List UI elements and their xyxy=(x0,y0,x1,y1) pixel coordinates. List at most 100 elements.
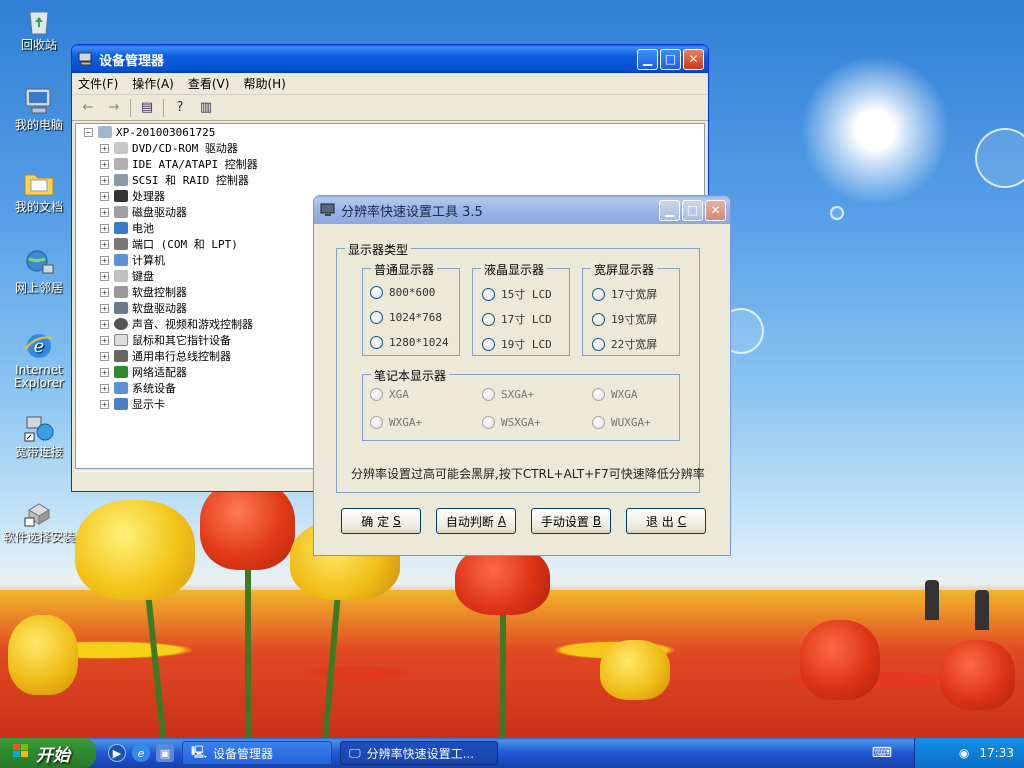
tree-item-label: 处理器 xyxy=(132,190,165,203)
recycle-bin-icon xyxy=(22,5,56,37)
keyboard-icon xyxy=(114,270,128,282)
group-title: 液晶显示器 xyxy=(481,261,548,278)
close-button[interactable]: ✕ xyxy=(683,48,704,70)
tree-item[interactable]: + IDE ATA/ATAPI 控制器 xyxy=(76,156,704,172)
device-manager-titlebar[interactable]: 设备管理器 ▁ □ ✕ xyxy=(72,45,708,73)
radio-wuxga-plus[interactable]: WUXGA+ xyxy=(592,416,651,429)
expand-icon[interactable]: + xyxy=(100,159,109,169)
expand-icon[interactable]: + xyxy=(100,207,109,217)
radio-sxga-plus[interactable]: SXGA+ xyxy=(482,388,534,401)
close-button[interactable]: ✕ xyxy=(705,199,726,221)
expand-icon[interactable]: + xyxy=(100,191,109,201)
menu-file[interactable]: 文件(F) xyxy=(78,75,118,92)
ie-icon[interactable]: e xyxy=(132,744,150,762)
radio-wxga-plus[interactable]: WXGA+ xyxy=(370,416,422,429)
resolution-tool-titlebar[interactable]: 分辨率快速设置工具 3.5 ▁ □ ✕ xyxy=(314,196,730,224)
radio-lcd-17[interactable]: 17寸 LCD xyxy=(482,311,552,327)
radio-wsxga-plus[interactable]: WSXGA+ xyxy=(482,416,541,429)
tree-item-label: 软盘控制器 xyxy=(132,286,187,299)
radio-circle xyxy=(482,337,495,351)
menu-action[interactable]: 操作(A) xyxy=(132,75,174,92)
radio-lcd-19[interactable]: 19寸 LCD xyxy=(482,336,552,352)
tree-item-label: DVD/CD-ROM 驱动器 xyxy=(132,142,238,155)
radio-800x600[interactable]: 800*600 xyxy=(370,286,435,299)
properties-icon: ▥ xyxy=(199,100,213,115)
minimize-button[interactable]: ▁ xyxy=(637,48,658,70)
media-player-icon[interactable]: ▶ xyxy=(108,744,126,762)
expand-icon[interactable]: + xyxy=(100,239,109,249)
radio-xga[interactable]: XGA xyxy=(370,388,409,401)
manual-set-button[interactable]: 手动设置 B xyxy=(531,508,611,534)
radio-label: XGA xyxy=(389,388,409,401)
desktop-icon-network[interactable]: 网上邻居 xyxy=(3,248,75,295)
menu-view[interactable]: 查看(V) xyxy=(188,75,230,92)
expand-icon[interactable]: + xyxy=(100,143,109,153)
radio-wide-19[interactable]: 19寸宽屏 xyxy=(592,311,657,327)
keyboard-icon[interactable]: ⌨ xyxy=(872,745,892,761)
group-title: 普通显示器 xyxy=(371,261,438,278)
exit-button[interactable]: 退 出C xyxy=(626,508,706,534)
toolbar: ← → ▤ ? ▥ xyxy=(72,95,708,121)
back-button[interactable]: ← xyxy=(78,99,98,117)
tree-root[interactable]: − XP-201003061725 xyxy=(76,124,704,140)
start-button[interactable]: 开始 xyxy=(0,738,96,768)
radio-lcd-15[interactable]: 15寸 LCD xyxy=(482,286,552,302)
desktop-icon-broadband[interactable]: 宽带连接 xyxy=(3,412,75,459)
tree-item[interactable]: + SCSI 和 RAID 控制器 xyxy=(76,172,704,188)
computer-icon xyxy=(98,126,112,138)
expand-icon[interactable]: + xyxy=(100,335,109,345)
show-hide-tree-button[interactable]: ▤ xyxy=(137,99,157,117)
clock[interactable]: 17:33 xyxy=(979,746,1014,760)
expand-icon[interactable]: + xyxy=(100,383,109,393)
minimize-button[interactable]: ▁ xyxy=(659,199,680,221)
radio-label: WSXGA+ xyxy=(501,416,541,429)
taskbar-button-device-manager[interactable]: 🖳 设备管理器 xyxy=(182,741,332,765)
help-icon: ? xyxy=(176,100,184,115)
volume-icon[interactable]: ◉ xyxy=(959,746,969,760)
desktop-icon-software-install[interactable]: 软件选择安装 xyxy=(3,497,75,544)
ok-button[interactable]: 确 定S xyxy=(341,508,421,534)
expand-icon[interactable]: + xyxy=(100,399,109,409)
tree-item[interactable]: + DVD/CD-ROM 驱动器 xyxy=(76,140,704,156)
radio-1024x768[interactable]: 1024*768 xyxy=(370,311,442,324)
expand-icon[interactable]: + xyxy=(100,287,109,297)
auto-detect-button[interactable]: 自动判断 A xyxy=(436,508,516,534)
expand-icon[interactable]: + xyxy=(100,223,109,233)
button-shortcut: A xyxy=(497,514,507,528)
maximize-button[interactable]: □ xyxy=(660,48,681,70)
expand-icon[interactable]: + xyxy=(100,175,109,185)
expand-icon[interactable]: + xyxy=(100,367,109,377)
group-title: 显示器类型 xyxy=(345,241,412,258)
expand-icon[interactable]: + xyxy=(100,351,109,361)
help-button[interactable]: ? xyxy=(170,99,190,117)
expand-icon[interactable]: + xyxy=(100,255,109,265)
radio-wide-22[interactable]: 22寸宽屏 xyxy=(592,336,657,352)
radio-wide-17[interactable]: 17寸宽屏 xyxy=(592,286,657,302)
radio-circle xyxy=(370,311,383,324)
wallpaper-tulip xyxy=(940,640,1015,710)
desktop-icon-recycle-bin[interactable]: 回收站 xyxy=(3,5,75,52)
properties-button[interactable]: ▥ xyxy=(196,99,216,117)
expand-icon[interactable]: + xyxy=(100,319,109,329)
expand-icon[interactable]: + xyxy=(100,271,109,281)
taskbar-button-resolution-tool[interactable]: 🖵 分辨率快速设置工... xyxy=(340,741,498,765)
radio-wxga[interactable]: WXGA xyxy=(592,388,638,401)
button-shortcut: C xyxy=(677,514,687,528)
show-desktop-icon[interactable]: ▣ xyxy=(156,744,174,762)
software-install-icon xyxy=(22,497,56,529)
radio-label: 22寸宽屏 xyxy=(611,338,658,351)
desktop-icon-ie[interactable]: e Internet Explorer xyxy=(3,330,75,390)
lcd-monitor-group: 液晶显示器 15寸 LCD 17寸 LCD 19寸 LCD xyxy=(472,261,570,356)
window-title: 分辨率快速设置工具 3.5 xyxy=(341,204,483,220)
forward-button[interactable]: → xyxy=(104,99,124,117)
expand-icon[interactable]: + xyxy=(100,303,109,313)
radio-1280x1024[interactable]: 1280*1024 xyxy=(370,336,449,349)
collapse-icon[interactable]: − xyxy=(84,127,93,137)
minimize-icon: ▁ xyxy=(664,203,675,217)
desktop-icon-my-documents[interactable]: 我的文档 xyxy=(3,167,75,214)
broadband-icon xyxy=(22,412,56,444)
maximize-button[interactable]: □ xyxy=(682,199,703,221)
menu-help[interactable]: 帮助(H) xyxy=(243,75,285,92)
ide-controller-icon xyxy=(114,158,128,170)
desktop-icon-my-computer[interactable]: 我的电脑 xyxy=(3,85,75,132)
